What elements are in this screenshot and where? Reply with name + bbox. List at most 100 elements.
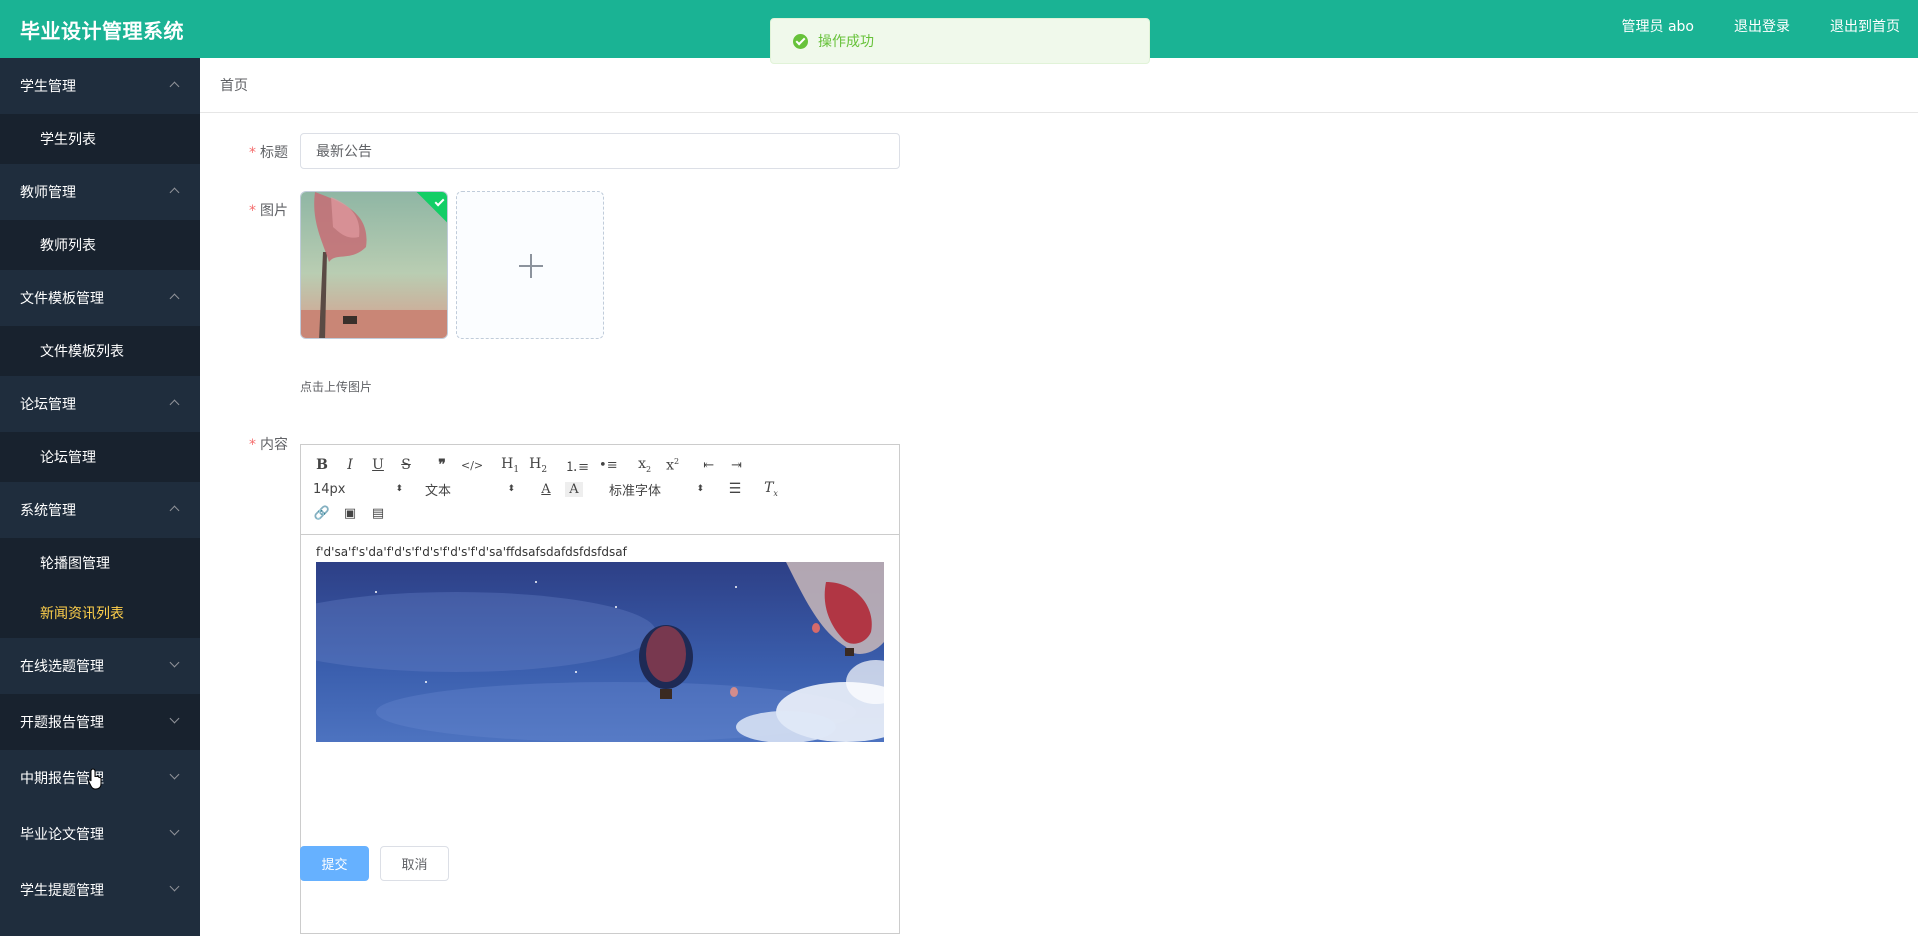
admin-user-label[interactable]: 管理员 abo bbox=[1622, 16, 1694, 36]
content-label-text: 内容 bbox=[260, 437, 288, 453]
title-input[interactable] bbox=[300, 133, 900, 169]
italic-icon[interactable]: I bbox=[341, 457, 359, 473]
sidebar-item-forum-manage[interactable]: 论坛管理 bbox=[0, 432, 200, 482]
header2-icon[interactable]: H2 bbox=[529, 456, 547, 475]
uploaded-photo bbox=[301, 192, 447, 338]
subscript-icon[interactable]: x2 bbox=[636, 456, 654, 474]
chevron-up-icon bbox=[169, 399, 180, 410]
success-check-icon bbox=[793, 33, 808, 49]
indent-icon[interactable]: ⇥ bbox=[728, 458, 746, 473]
menu-label: 教师管理 bbox=[20, 185, 76, 201]
menu-label: 毕业论文管理 bbox=[20, 827, 104, 843]
title-label: * 标题 bbox=[200, 142, 288, 162]
uploaded-image-thumbnail[interactable] bbox=[300, 191, 448, 339]
image-label-text: 图片 bbox=[260, 203, 288, 219]
underline-icon[interactable]: U bbox=[369, 457, 387, 473]
menu-label: 学生管理 bbox=[20, 79, 76, 95]
chevron-down-icon bbox=[169, 825, 180, 836]
chevron-up-icon bbox=[169, 293, 180, 304]
chevron-down-icon bbox=[169, 769, 180, 780]
header-select[interactable]: 文本 ⬍ bbox=[425, 480, 515, 499]
breadcrumb: 首页 bbox=[200, 58, 1918, 113]
breadcrumb-home[interactable]: 首页 bbox=[220, 75, 248, 95]
image-icon[interactable]: ▣ bbox=[341, 506, 359, 521]
clear-format-icon[interactable]: Tx bbox=[762, 480, 780, 498]
main-content: 首页 *标题 *图片 点击上传 bbox=[200, 58, 1918, 936]
header1-icon[interactable]: H1 bbox=[501, 456, 519, 475]
required-mark: * bbox=[249, 203, 256, 219]
font-family-value: 标准字体 bbox=[609, 483, 662, 499]
required-mark: * bbox=[249, 145, 256, 161]
video-icon[interactable]: ▤ bbox=[369, 506, 387, 521]
code-block-icon[interactable]: </> bbox=[461, 459, 483, 472]
strike-icon[interactable]: S bbox=[397, 457, 415, 473]
required-mark: * bbox=[249, 437, 256, 453]
menu-label: 论坛管理 bbox=[20, 397, 76, 413]
hand-cursor-icon bbox=[88, 768, 102, 790]
menu-system[interactable]: 系统管理 bbox=[0, 482, 200, 538]
header-actions: 管理员 abo 退出登录 退出到首页 bbox=[1622, 0, 1918, 52]
brand-title: 毕业设计管理系统 bbox=[20, 19, 184, 43]
menu-label: 系统管理 bbox=[20, 503, 76, 519]
blockquote-icon[interactable]: ❞ bbox=[433, 457, 451, 473]
menu-label: 开题报告管理 bbox=[20, 715, 104, 731]
menu-opening-report[interactable]: 开题报告管理 bbox=[0, 694, 200, 750]
toast-message: 操作成功 bbox=[818, 34, 874, 50]
exit-home-link[interactable]: 退出到首页 bbox=[1830, 16, 1900, 36]
chevron-up-icon bbox=[169, 81, 180, 92]
ordered-list-icon[interactable]: ⒈≡ bbox=[565, 456, 589, 475]
chevron-down-icon bbox=[169, 713, 180, 724]
superscript-icon[interactable]: x2 bbox=[664, 457, 682, 474]
editor-content[interactable]: f'd'sa'f's'da'f'd's'f'd's'f'd's'f'd'sa'f… bbox=[301, 535, 899, 752]
editor-text: f'd'sa'f's'da'f'd's'f'd's'f'd's'f'd'sa'f… bbox=[316, 545, 627, 559]
submenu-file-template: 文件模板列表 bbox=[0, 326, 200, 376]
outdent-icon[interactable]: ⇤ bbox=[700, 458, 718, 473]
sidebar-item-teacher-list[interactable]: 教师列表 bbox=[0, 220, 200, 270]
plus-icon-vertical bbox=[530, 254, 532, 278]
sidebar-item-file-template-list[interactable]: 文件模板列表 bbox=[0, 326, 200, 376]
submit-button[interactable]: 提交 bbox=[300, 846, 369, 881]
submenu-student: 学生列表 bbox=[0, 114, 200, 164]
logout-link[interactable]: 退出登录 bbox=[1734, 16, 1790, 36]
select-arrows-icon: ⬍ bbox=[507, 483, 515, 494]
header-select-value: 文本 bbox=[425, 483, 452, 499]
font-size-value: 14px bbox=[313, 481, 346, 497]
font-size-select[interactable]: 14px ⬍ bbox=[313, 482, 403, 497]
image-label: * 图片 bbox=[200, 200, 288, 220]
submenu-forum: 论坛管理 bbox=[0, 432, 200, 482]
font-color-icon[interactable]: A bbox=[537, 482, 555, 497]
bold-icon[interactable]: B bbox=[313, 457, 331, 473]
sidebar-item-carousel[interactable]: 轮播图管理 bbox=[0, 538, 200, 588]
image-upload-button[interactable] bbox=[456, 191, 604, 339]
cancel-button[interactable]: 取消 bbox=[380, 846, 449, 881]
chevron-up-icon bbox=[169, 505, 180, 516]
chevron-up-icon bbox=[169, 187, 180, 198]
menu-label: 学生提题管理 bbox=[20, 883, 104, 899]
sidebar-menu: 学生管理 学生列表 教师管理 教师列表 文件模板管理 文件模板列表 论坛管理 论… bbox=[0, 58, 200, 936]
menu-online-topic[interactable]: 在线选题管理 bbox=[0, 638, 200, 694]
link-icon[interactable]: 🔗 bbox=[313, 506, 331, 521]
sidebar-item-news-list[interactable]: 新闻资讯列表 bbox=[0, 588, 200, 638]
editor-toolbar: B I U S ❞ </> H1 H2 ⒈≡ •≡ x2 x2 ⇤ ⇥ 14px… bbox=[301, 445, 899, 535]
menu-teacher[interactable]: 教师管理 bbox=[0, 164, 200, 220]
title-label-text: 标题 bbox=[260, 145, 288, 161]
menu-file-template[interactable]: 文件模板管理 bbox=[0, 270, 200, 326]
content-label: * 内容 bbox=[200, 434, 288, 454]
sidebar-item-student-list[interactable]: 学生列表 bbox=[0, 114, 200, 164]
menu-forum[interactable]: 论坛管理 bbox=[0, 376, 200, 432]
font-family-select[interactable]: 标准字体 ⬍ bbox=[609, 480, 704, 499]
menu-thesis[interactable]: 毕业论文管理 bbox=[0, 806, 200, 862]
background-color-icon[interactable]: A bbox=[565, 481, 583, 497]
chevron-down-icon bbox=[169, 657, 180, 668]
chevron-down-icon bbox=[169, 881, 180, 892]
editor-embedded-image bbox=[316, 562, 884, 742]
submenu-teacher: 教师列表 bbox=[0, 220, 200, 270]
select-arrows-icon: ⬍ bbox=[395, 483, 403, 494]
upload-tip: 点击上传图片 bbox=[300, 380, 373, 394]
menu-label: 在线选题管理 bbox=[20, 659, 104, 675]
bullet-list-icon[interactable]: •≡ bbox=[599, 458, 618, 473]
menu-student[interactable]: 学生管理 bbox=[0, 58, 200, 114]
select-arrows-icon: ⬍ bbox=[696, 483, 704, 494]
align-icon[interactable]: ☰ bbox=[726, 481, 744, 497]
menu-student-topic[interactable]: 学生提题管理 bbox=[0, 862, 200, 918]
